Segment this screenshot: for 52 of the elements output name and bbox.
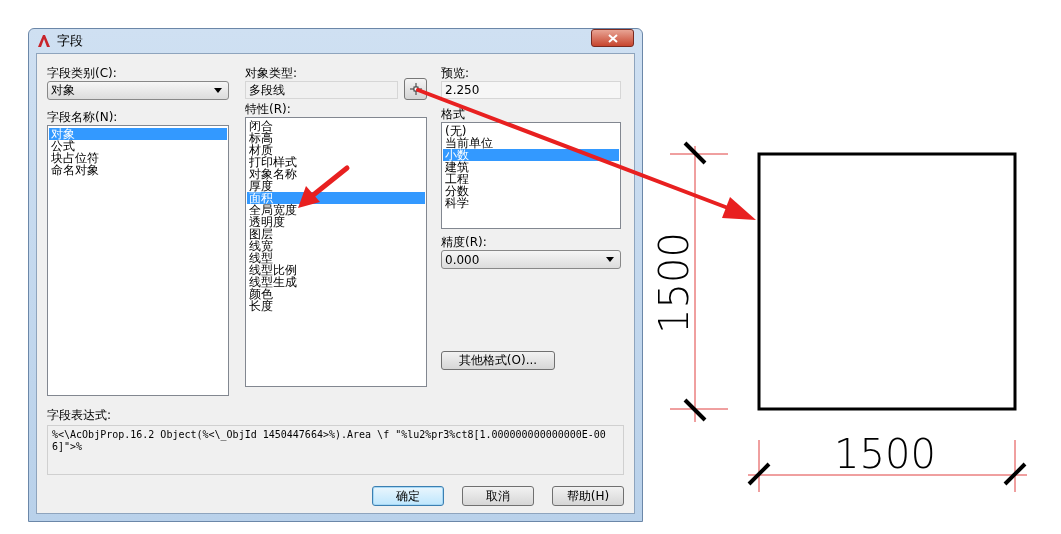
list-item[interactable]: 线型生成 [247,276,425,288]
list-item[interactable]: 材质 [247,144,425,156]
field-label: 特性(R): [245,102,291,116]
list-item[interactable]: 厚度 [247,180,425,192]
list-item[interactable]: 科学 [443,197,619,209]
category-dropdown[interactable]: 对象 [47,81,229,100]
dropdown-arrow-icon [606,257,614,262]
list-item[interactable]: 块占位符 [49,152,227,164]
list-item[interactable]: 对象名称 [247,168,425,180]
list-item[interactable]: 全局宽度 [247,204,425,216]
list-item[interactable]: (无) [443,125,619,137]
field-label: 字段名称(N): [47,110,118,124]
field-label: 字段类别(C): [47,66,117,80]
dimension-text: 1500 [651,232,697,334]
object-type-field: 多段线 [245,81,398,99]
list-item[interactable]: 当前单位 [443,137,619,149]
list-item[interactable]: 长度 [247,300,425,312]
field-label: 对象类型: [245,66,298,80]
list-item[interactable]: 建筑 [443,161,619,173]
pointer-arrow [298,165,350,208]
field-label: 预览: [441,66,470,80]
list-item[interactable]: 标高 [247,132,425,144]
list-item[interactable]: 透明度 [247,216,425,228]
list-item[interactable]: 颜色 [247,288,425,300]
dialog-button[interactable]: 帮助(H) [552,486,624,506]
list-item[interactable]: 分数 [443,185,619,197]
list-item[interactable]: 打印样式 [247,156,425,168]
window-title: 字段 [57,32,83,50]
list-item[interactable]: 图层 [247,228,425,240]
list-item[interactable]: 公式 [49,140,227,152]
pick-object-button[interactable] [404,78,427,100]
expression-box[interactable]: %<\AcObjProp.16.2 Object(%<\_ObjId 1450447664>%).Area \f "%lu2%pr3%ct8[1.000000000000000E-006]">% [47,425,624,475]
field-label: 字段表达式: [47,408,112,422]
dimension-text: 1500 [834,431,936,477]
dialog-button[interactable]: 确定 [372,486,444,506]
preview-field: 2.250 [441,81,621,99]
field-label: 精度(R): [441,235,487,249]
close-button[interactable] [591,29,634,47]
list-item[interactable]: 线宽 [247,240,425,252]
precision-dropdown[interactable]: 0.000 [441,250,621,269]
dropdown-arrow-icon [214,88,222,93]
dialog-button[interactable]: 取消 [462,486,534,506]
list-item[interactable]: 闭合 [247,120,425,132]
field-label: 格式 [441,107,465,121]
list-item[interactable]: 线型比例 [247,264,425,276]
letter-a-icon [37,34,51,48]
list-item[interactable]: 命名对象 [49,164,227,176]
list-item[interactable]: 工程 [443,173,619,185]
close-icon [607,33,618,43]
crosshair-icon [409,83,422,95]
list-item[interactable]: 线型 [247,252,425,264]
other-format-button[interactable]: 其他格式(O)... [441,351,555,370]
